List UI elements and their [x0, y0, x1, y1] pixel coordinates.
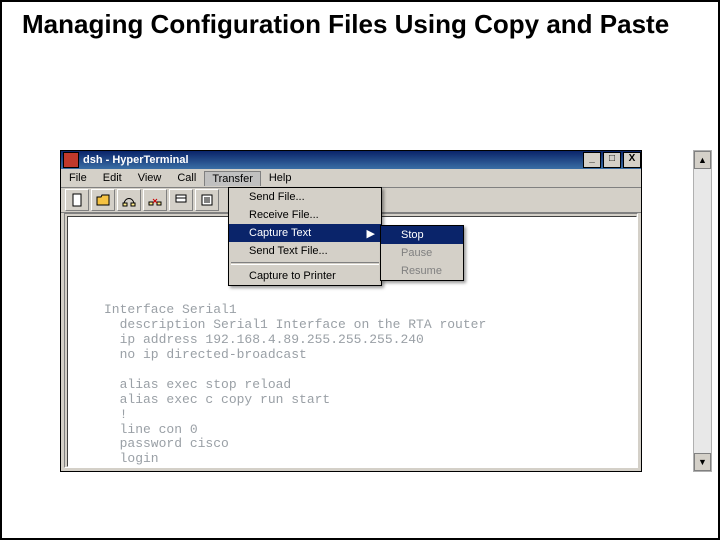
capture-text-submenu: Stop Pause Resume — [380, 225, 464, 281]
slide-title: Managing Configuration Files Using Copy … — [22, 10, 669, 40]
menu-send-text-file[interactable]: Send Text File... — [229, 242, 381, 260]
transfer-dropdown: Send File... Receive File... Capture Tex… — [228, 187, 382, 286]
send-icon[interactable] — [169, 189, 193, 211]
app-icon — [63, 152, 79, 168]
menu-transfer[interactable]: Transfer — [204, 171, 261, 186]
hyperterminal-window: dsh - HyperTerminal _ □ X File Edit View… — [60, 150, 642, 472]
window-titlebar[interactable]: dsh - HyperTerminal _ □ X — [61, 151, 641, 169]
menu-bar: File Edit View Call Transfer Help — [61, 169, 641, 188]
scroll-up-icon[interactable]: ▲ — [694, 151, 711, 169]
menu-receive-file[interactable]: Receive File... — [229, 206, 381, 224]
window-title: dsh - HyperTerminal — [83, 154, 581, 166]
close-button[interactable]: X — [623, 152, 641, 168]
open-file-icon[interactable] — [91, 189, 115, 211]
menu-edit[interactable]: Edit — [95, 170, 130, 186]
submenu-stop[interactable]: Stop — [381, 226, 463, 244]
disconnect-icon[interactable] — [143, 189, 167, 211]
page-scrollbar[interactable]: ▲ ▼ — [693, 150, 712, 472]
menu-call[interactable]: Call — [169, 170, 204, 186]
minimize-button[interactable]: _ — [583, 152, 601, 168]
menu-view[interactable]: View — [130, 170, 170, 186]
maximize-button[interactable]: □ — [603, 152, 621, 168]
menu-send-file[interactable]: Send File... — [229, 188, 381, 206]
menu-capture-text[interactable]: Capture Text ▶ — [229, 224, 381, 242]
submenu-arrow-icon: ▶ — [367, 227, 375, 240]
properties-icon[interactable] — [195, 189, 219, 211]
submenu-pause[interactable]: Pause — [381, 244, 463, 262]
menu-capture-text-label: Capture Text — [249, 227, 311, 239]
connect-icon[interactable] — [117, 189, 141, 211]
menu-separator — [231, 262, 379, 265]
menu-file[interactable]: File — [61, 170, 95, 186]
menu-capture-to-printer[interactable]: Capture to Printer — [229, 267, 381, 285]
scroll-down-icon[interactable]: ▼ — [694, 453, 711, 471]
submenu-resume[interactable]: Resume — [381, 262, 463, 280]
new-file-icon[interactable] — [65, 189, 89, 211]
menu-help[interactable]: Help — [261, 170, 300, 186]
